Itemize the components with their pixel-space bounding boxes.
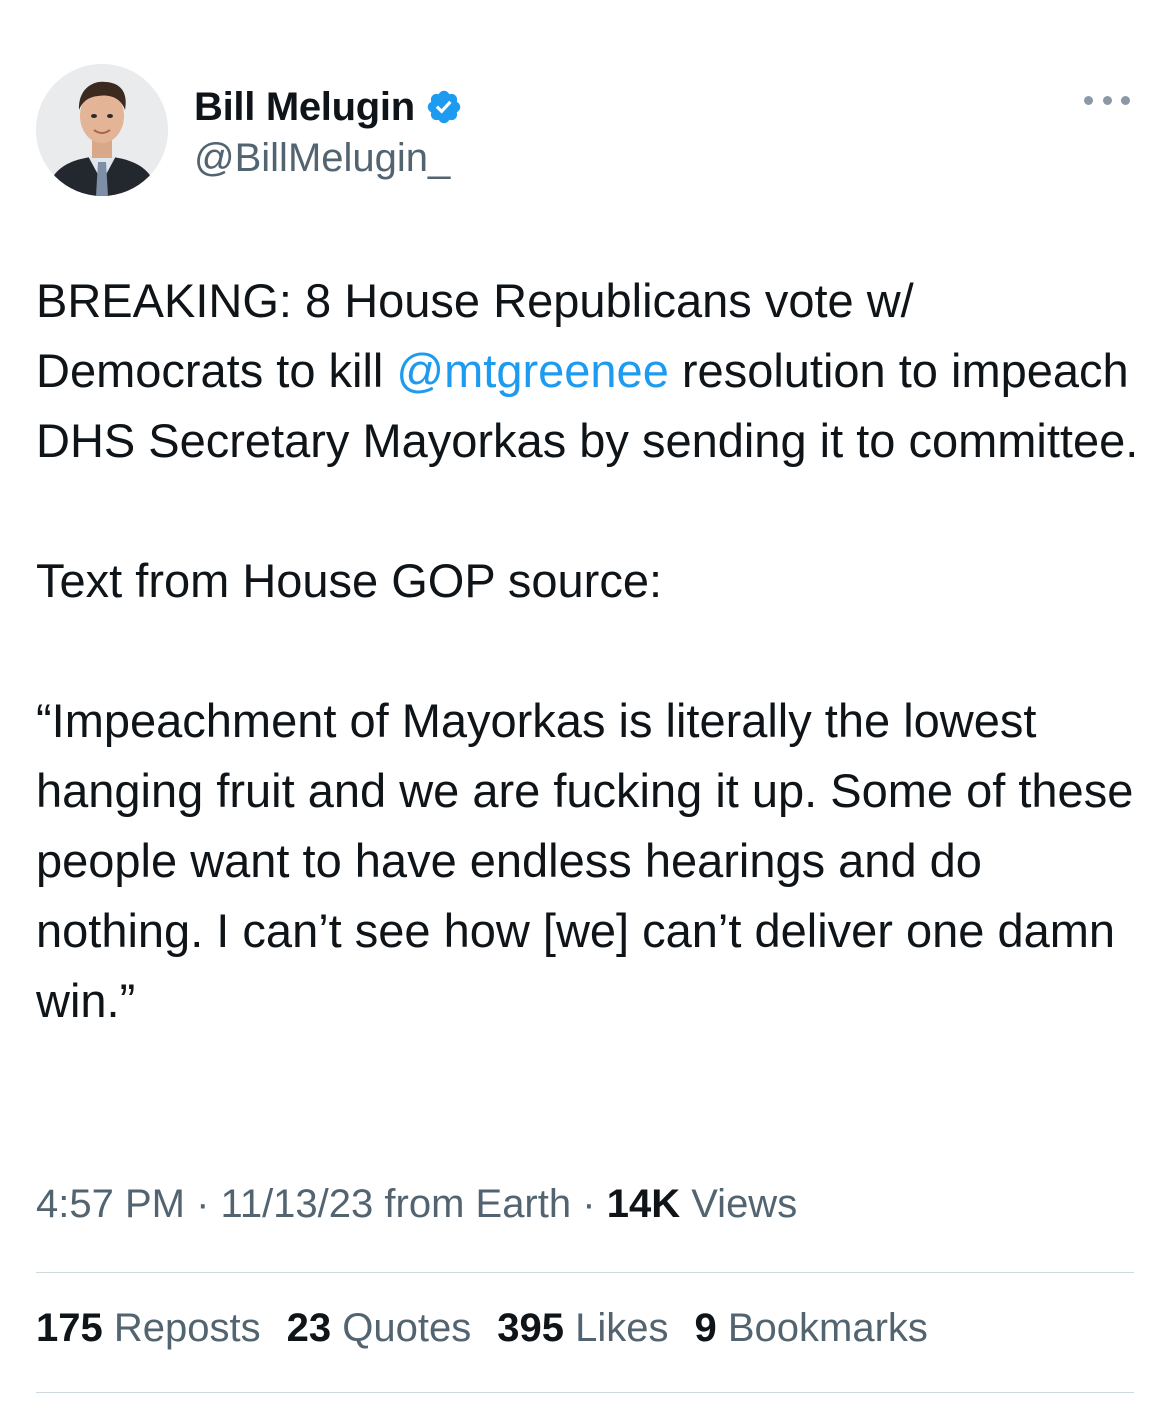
stat-quotes[interactable]: 23 Quotes	[287, 1306, 472, 1351]
dot	[1084, 95, 1093, 105]
stat-likes[interactable]: 395 Likes	[497, 1306, 668, 1351]
author-handle[interactable]: @BillMelugin_	[194, 136, 463, 181]
verified-badge-icon[interactable]	[425, 88, 463, 126]
avatar[interactable]	[36, 64, 168, 196]
tweet-paragraph: BREAKING: 8 House Republicans vote w/ De…	[36, 266, 1146, 476]
views-label: Views	[691, 1182, 798, 1226]
engagement-stats: 175 Reposts 23 Quotes 395 Likes 9 Bookma…	[36, 1306, 954, 1351]
views-count: 14K	[606, 1182, 681, 1226]
stat-reposts[interactable]: 175 Reposts	[36, 1306, 261, 1351]
avatar-image	[36, 64, 168, 196]
timestamp-date-source[interactable]: 11/13/23 from Earth	[221, 1182, 572, 1226]
tweet-paragraph: Text from House GOP source:	[36, 554, 663, 607]
stat-label: Bookmarks	[727, 1306, 928, 1350]
author-names: Bill Melugin @BillMelugin_	[194, 82, 463, 181]
display-name[interactable]: Bill Melugin	[194, 85, 415, 130]
divider	[36, 1392, 1134, 1393]
tweet: Bill Melugin @BillMelugin_ BREAKING: 8 H…	[0, 0, 1170, 1408]
display-name-row: Bill Melugin	[194, 82, 463, 132]
stat-label: Likes	[575, 1306, 669, 1350]
stat-label: Quotes	[342, 1306, 472, 1350]
stat-bookmarks[interactable]: 9 Bookmarks	[694, 1306, 927, 1351]
tweet-text: BREAKING: 8 House Republicans vote w/ De…	[36, 266, 1146, 1036]
divider	[36, 1272, 1134, 1273]
meta-separator: ·	[196, 1182, 210, 1226]
mention-link[interactable]: @mtgreenee	[396, 344, 668, 397]
stat-count: 9	[694, 1306, 717, 1350]
more-dots-icon[interactable]	[1084, 94, 1130, 106]
tweet-header: Bill Melugin @BillMelugin_	[36, 64, 1136, 198]
timestamp-time[interactable]: 4:57 PM	[36, 1182, 185, 1226]
stat-count: 395	[497, 1306, 564, 1350]
stat-label: Reposts	[113, 1306, 261, 1350]
tweet-paragraph: “Impeachment of Mayorkas is literally th…	[36, 694, 1134, 1027]
meta-separator: ·	[582, 1182, 596, 1226]
stat-count: 23	[286, 1306, 332, 1350]
dot	[1102, 95, 1112, 105]
dot	[1121, 95, 1130, 105]
tweet-meta: 4:57 PM · 11/13/23 from Earth · 14K View…	[36, 1182, 797, 1227]
stat-count: 175	[36, 1306, 103, 1350]
